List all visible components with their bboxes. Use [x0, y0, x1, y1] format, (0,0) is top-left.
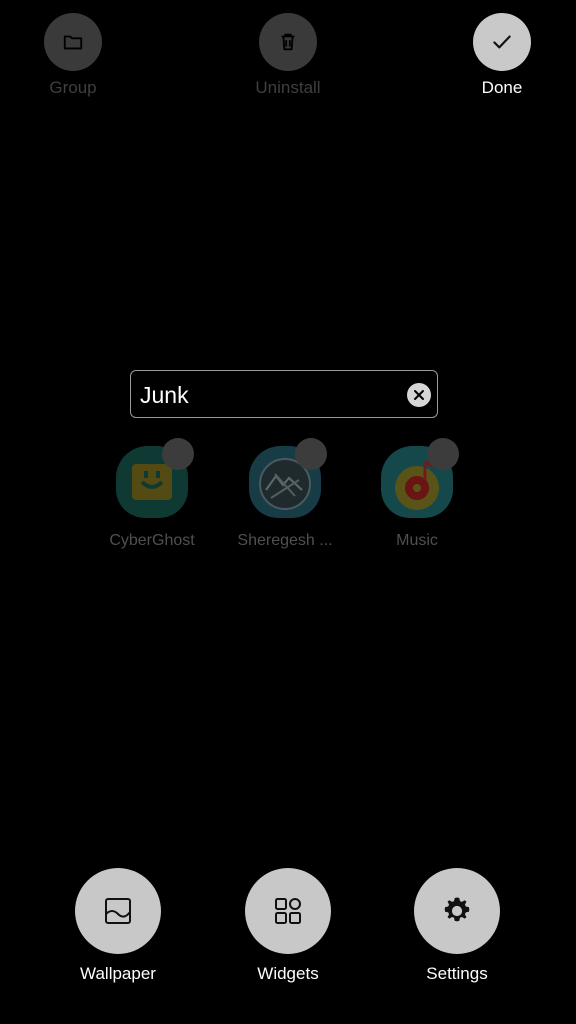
trash-icon — [281, 33, 295, 51]
app-label: CyberGhost — [109, 532, 195, 549]
gear-icon — [444, 897, 470, 922]
cyberghost-app-icon[interactable] — [116, 438, 194, 518]
group-label: Group — [49, 78, 97, 97]
wallpaper-action[interactable]: Wallpaper — [58, 868, 178, 984]
app-cyberghost[interactable]: CyberGhost — [86, 438, 218, 550]
uninstall-action[interactable]: Uninstall — [238, 13, 338, 98]
group-action[interactable]: Group — [23, 13, 123, 98]
settings-label: Settings — [426, 964, 488, 983]
clear-text-button[interactable] — [407, 383, 431, 407]
checkmark-icon — [493, 35, 511, 49]
sheregesh-app-icon[interactable] — [249, 438, 327, 518]
widgets-label: Widgets — [257, 964, 319, 983]
done-action[interactable]: Done — [452, 13, 552, 98]
wallpaper-icon — [105, 898, 131, 924]
app-music[interactable]: Music — [351, 438, 483, 550]
wallpaper-button[interactable] — [75, 868, 161, 954]
folder-name-input[interactable]: Junk — [140, 382, 189, 408]
folder-name-field[interactable]: Junk — [130, 370, 438, 418]
app-select-badge[interactable] — [427, 438, 459, 470]
widgets-grid-icon — [275, 898, 301, 924]
music-app-icon[interactable] — [381, 438, 459, 518]
uninstall-label: Uninstall — [255, 78, 321, 97]
folder-icon — [63, 35, 83, 50]
wallpaper-label: Wallpaper — [80, 964, 156, 983]
app-sheregesh[interactable]: Sheregesh ... — [219, 438, 351, 550]
settings-button[interactable] — [414, 868, 500, 954]
uninstall-button[interactable] — [259, 13, 317, 71]
widgets-button[interactable] — [245, 868, 331, 954]
done-button[interactable] — [473, 13, 531, 71]
widgets-action[interactable]: Widgets — [228, 868, 348, 984]
done-label: Done — [481, 78, 523, 97]
app-select-badge[interactable] — [162, 438, 194, 470]
close-icon — [414, 390, 424, 400]
settings-action[interactable]: Settings — [397, 868, 517, 984]
app-select-badge[interactable] — [295, 438, 327, 470]
group-button[interactable] — [44, 13, 102, 71]
app-label: Sheregesh ... — [237, 532, 333, 549]
app-label: Music — [396, 532, 438, 549]
